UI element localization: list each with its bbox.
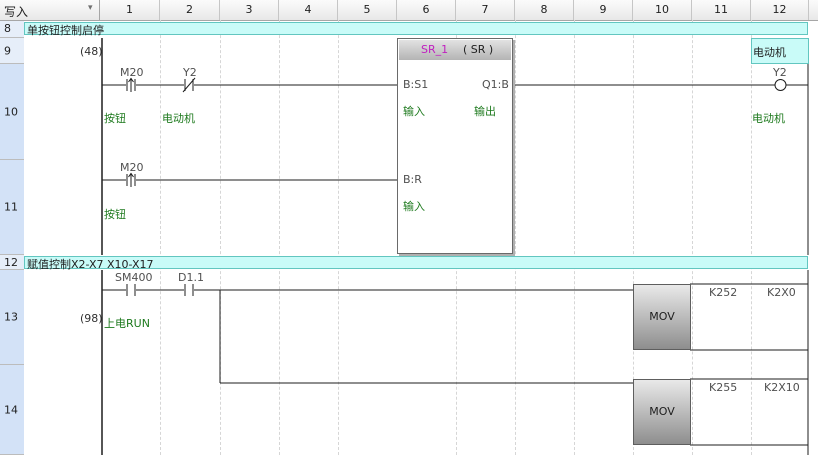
fb-pin-comment: 输入: [403, 200, 425, 213]
device-comment: 电动机: [752, 112, 785, 125]
fb-pin-q1: Q1:B: [482, 78, 509, 91]
function-block-sr[interactable]: SR_1 ( SR ): [397, 38, 513, 254]
instruction-name: MOV: [649, 310, 675, 323]
fb-pin-s1: B:S1: [403, 78, 429, 91]
output-comment-box[interactable]: 电动机: [751, 38, 809, 64]
fb-pin-comment: 输入: [403, 105, 425, 118]
instruction-operand[interactable]: K255: [709, 381, 737, 394]
fb-pin-r: B:R: [403, 173, 422, 186]
fb-type: ( SR ): [463, 43, 494, 56]
step-number: (48): [80, 45, 103, 58]
instruction-operand[interactable]: K252: [709, 286, 737, 299]
mov-instruction[interactable]: MOV: [633, 284, 691, 350]
device-comment: 按钮: [104, 112, 126, 125]
function-block-title: SR_1 ( SR ): [399, 40, 511, 60]
step-number: (98): [80, 312, 103, 325]
device-comment: 电动机: [162, 112, 195, 125]
mov-instruction[interactable]: MOV: [633, 379, 691, 445]
contact-device[interactable]: M20: [120, 161, 144, 174]
contact-device[interactable]: D1.1: [178, 271, 204, 284]
contact-device[interactable]: M20: [120, 66, 144, 79]
instruction-name: MOV: [649, 405, 675, 418]
contact-device[interactable]: Y2: [183, 66, 197, 79]
output-comment-label: 电动机: [753, 46, 786, 59]
device-comment: 按钮: [104, 208, 126, 221]
coil-device[interactable]: Y2: [773, 66, 787, 79]
fb-pin-comment: 输出: [474, 105, 496, 118]
instruction-operand[interactable]: K2X0: [767, 286, 796, 299]
fb-instance-name: SR_1: [421, 43, 449, 56]
device-comment: 上电RUN: [104, 317, 150, 330]
instruction-operand[interactable]: K2X10: [764, 381, 800, 394]
contact-device[interactable]: SM400: [115, 271, 152, 284]
